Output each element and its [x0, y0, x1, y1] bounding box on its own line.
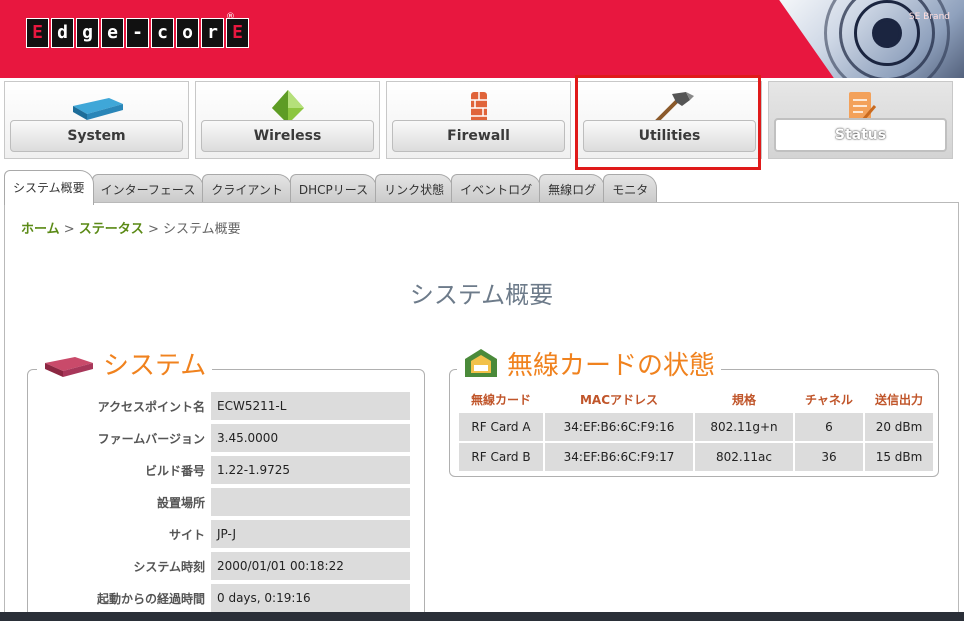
status-tabs: システム概要 インターフェース クライアント DHCPリース リンク状態 イベン…	[4, 170, 658, 205]
field-label: システム時刻	[133, 559, 205, 574]
column-header: 送信出力	[874, 392, 923, 407]
field-value: 1.22-1.9725	[211, 456, 410, 484]
logo-letter: E	[26, 18, 49, 48]
page-title: システム概要	[409, 281, 554, 309]
corner-brand-text: SE Brand	[908, 12, 950, 22]
field-label: 設置場所	[156, 495, 205, 510]
field-value: 2000/01/01 00:18:22	[211, 552, 410, 580]
table-row: アクセスポイント名 ECW5211-L	[56, 392, 410, 420]
system-title-text: システム	[103, 351, 207, 381]
edgecore-logo[interactable]: E d g e - c o r E	[26, 18, 249, 48]
tab-monitor[interactable]: モニタ	[603, 174, 658, 205]
table-row: システム時刻 2000/01/01 00:18:22	[56, 552, 410, 580]
logo-letter: d	[51, 18, 74, 48]
field-label: 起動からの経過時間	[96, 591, 205, 606]
main-nav: System Wireless Firewall Utilities Statu…	[4, 81, 959, 161]
table-row: 起動からの経過時間 0 days, 0:19:16	[56, 584, 410, 612]
bottom-scrollbar[interactable]	[0, 612, 964, 621]
field-label: サイト	[168, 527, 205, 542]
logo-letter: o	[176, 18, 199, 48]
router-icon	[45, 356, 93, 377]
field-value: 0 days, 0:19:16	[211, 584, 410, 612]
utilities-highlight-box	[575, 75, 761, 170]
wireless-card-icon	[465, 348, 497, 377]
table-cell: 802.11g+n	[695, 413, 793, 441]
wireless-card-table: 無線カード MACアドレス 規格 チャネル 送信出力 RF Card A 34:…	[457, 385, 935, 473]
column-header: 規格	[731, 392, 756, 407]
nav-label: System	[10, 120, 183, 152]
breadcrumb-home-link[interactable]: ホーム	[21, 222, 60, 237]
table-cell: 15 dBm	[865, 443, 933, 471]
wireless-panel-title: 無線カードの状態	[457, 345, 722, 382]
field-label: ビルド番号	[144, 463, 205, 478]
tab-interface[interactable]: インターフェース	[91, 174, 205, 205]
table-row: ファームバージョン 3.45.0000	[56, 424, 410, 452]
table-row: ビルド番号 1.22-1.9725	[56, 456, 410, 484]
table-row: RF Card A 34:EF:B6:6C:F9:16 802.11g+n 6 …	[459, 413, 933, 441]
field-value: 3.45.0000	[211, 424, 410, 452]
column-header: MACアドレス	[579, 392, 659, 407]
table-cell: RF Card A	[459, 413, 543, 441]
field-value: JP-J	[211, 520, 410, 548]
table-cell: 36	[795, 443, 863, 471]
nav-status-button[interactable]: Status	[768, 81, 953, 159]
table-cell: 802.11ac	[695, 443, 793, 471]
system-panel-title: システム	[37, 345, 213, 382]
tab-clients[interactable]: クライアント	[202, 174, 292, 205]
nav-system-button[interactable]: System	[4, 81, 189, 159]
table-cell: 6	[795, 413, 863, 441]
nav-firewall-button[interactable]: Firewall	[386, 81, 571, 159]
wireless-title-text: 無線カードの状態	[507, 351, 716, 381]
table-row: サイト JP-J	[56, 520, 410, 548]
column-header: 無線カード	[470, 392, 531, 407]
field-value: ECW5211-L	[211, 392, 410, 420]
table-header-row: 無線カード MACアドレス 規格 チャネル 送信出力	[459, 387, 933, 411]
table-cell: RF Card B	[459, 443, 543, 471]
tab-dhcp-lease[interactable]: DHCPリース	[289, 174, 378, 205]
breadcrumb-status-link[interactable]: ステータス	[79, 222, 144, 237]
tab-system-overview[interactable]: システム概要	[4, 170, 94, 205]
tab-wireless-log[interactable]: 無線ログ	[539, 174, 606, 205]
table-cell: 34:EF:B6:6C:F9:16	[545, 413, 693, 441]
breadcrumb: ホーム > ステータス > システム概要	[21, 218, 241, 237]
field-value	[211, 488, 410, 516]
tab-event-log[interactable]: イベントログ	[451, 174, 542, 205]
field-label: ファームバージョン	[97, 431, 205, 446]
table-cell: 34:EF:B6:6C:F9:17	[545, 443, 693, 471]
logo-letter: g	[76, 18, 99, 48]
logo-letter: e	[101, 18, 124, 48]
registered-mark: ®	[226, 12, 235, 22]
column-header: チャネル	[805, 392, 853, 407]
nav-label: Firewall	[392, 120, 565, 152]
tab-link-status[interactable]: リンク状態	[375, 174, 454, 205]
system-info-table: アクセスポイント名 ECW5211-L ファームバージョン 3.45.0000 ビル…	[56, 388, 410, 616]
nav-label: Status	[774, 118, 947, 152]
field-label: アクセスポイント名	[97, 399, 205, 414]
logo-letter: E	[226, 18, 249, 48]
table-row: RF Card B 34:EF:B6:6C:F9:17 802.11ac 36 …	[459, 443, 933, 471]
logo-letter: r	[201, 18, 224, 48]
breadcrumb-sep: >	[143, 222, 163, 237]
header-banner: E d g e - c o r E ® SE Brand	[0, 0, 964, 78]
table-cell: 20 dBm	[865, 413, 933, 441]
nav-wireless-button[interactable]: Wireless	[195, 81, 380, 159]
nav-label: Wireless	[201, 120, 374, 152]
breadcrumb-sep: >	[59, 222, 79, 237]
table-row: 設置場所	[56, 488, 410, 516]
breadcrumb-current: システム概要	[162, 222, 241, 237]
logo-letter: c	[151, 18, 174, 48]
logo-letter: -	[126, 18, 149, 48]
